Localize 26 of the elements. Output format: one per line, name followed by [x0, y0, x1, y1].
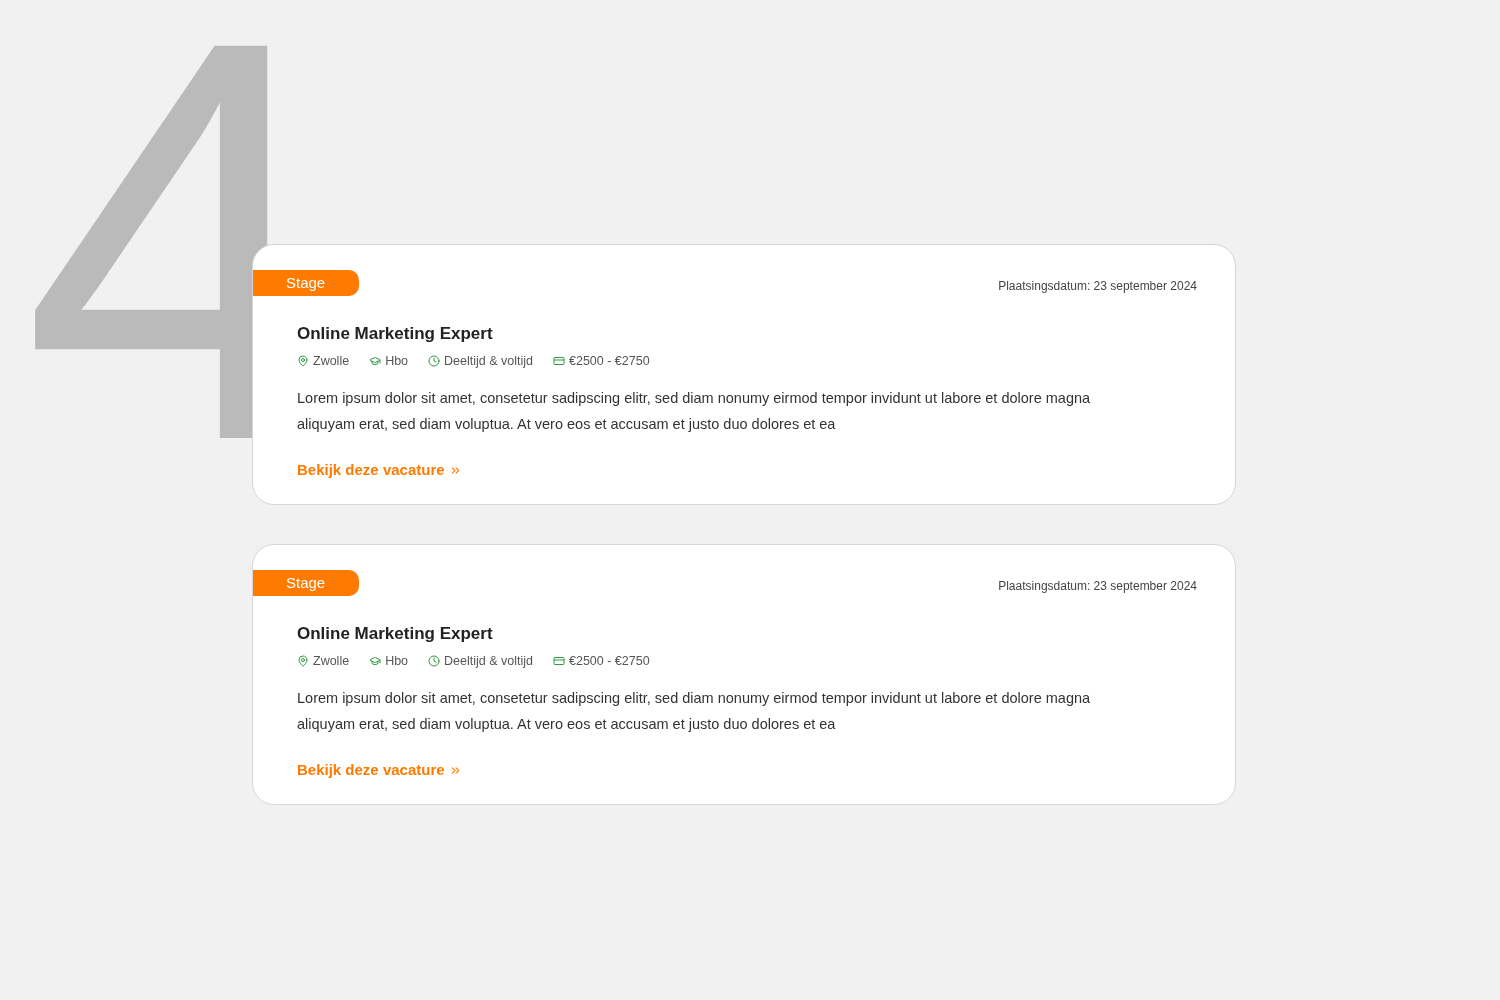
view-vacancy-link[interactable]: Bekijk deze vacature	[297, 758, 462, 782]
job-meta: €2500 - €2750	[569, 653, 650, 670]
job-meta: Zwolle	[313, 353, 350, 370]
clock-icon	[428, 655, 441, 668]
credit-card-icon	[553, 655, 565, 668]
job-meta: Deeltijd & voltijd	[444, 653, 533, 670]
posting-date: Plaatsingsdatum: 23 september 2024	[998, 278, 1197, 295]
job-meta: Deeltijd & voltijd	[444, 353, 533, 370]
job-meta: Zwolle	[313, 653, 350, 670]
job-title: Online Marketing Expert	[297, 323, 494, 345]
clock-icon	[428, 355, 441, 368]
credit-card-icon	[553, 355, 565, 368]
graduation-cap-icon	[369, 355, 382, 368]
job-meta: Hbo	[385, 653, 409, 670]
graduation-cap-icon	[369, 655, 382, 668]
stage-badge: Stage	[253, 270, 359, 296]
stage-badge: Stage	[253, 570, 359, 596]
job-meta: Hbo	[385, 353, 409, 370]
job-description: Lorem ipsum dolor sit amet, consetetur sadipscing elitr, sed diam nonumy eirmod tempor invidunt ut labore et dolore magna aliquyam erat, sed diam voluptua. At vero eos et accusam et justo duo dolores et ea	[297, 688, 1092, 734]
location-pin-icon	[297, 655, 309, 668]
job-description: Lorem ipsum dolor sit amet, consetetur sadipscing elitr, sed diam nonumy eirmod tempor invidunt ut labore et dolore magna aliquyam erat, sed diam voluptua. At vero eos et accusam et justo duo dolores et ea	[297, 388, 1092, 434]
job-title: Online Marketing Expert	[297, 623, 494, 645]
job-meta: €2500 - €2750	[569, 353, 650, 370]
posting-date: Plaatsingsdatum: 23 september 2024	[998, 578, 1197, 595]
location-pin-icon	[297, 355, 309, 368]
view-vacancy-link[interactable]: Bekijk deze vacature	[297, 458, 462, 482]
